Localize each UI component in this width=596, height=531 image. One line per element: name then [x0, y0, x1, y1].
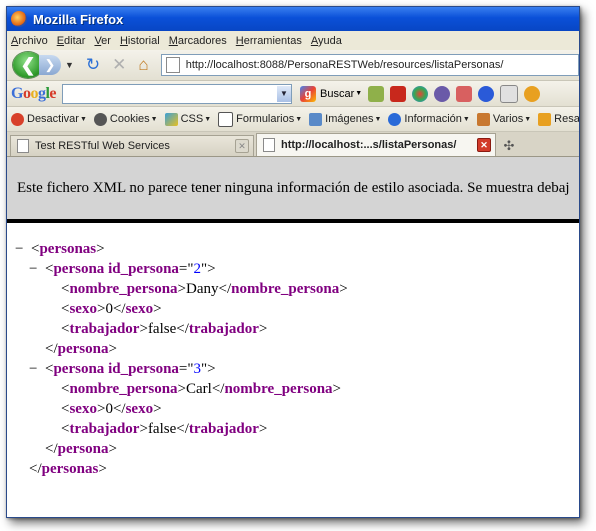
globe-icon[interactable] — [478, 85, 495, 102]
image-icon — [309, 112, 323, 126]
dev-cookies[interactable]: Cookies ▼ — [93, 112, 158, 126]
collapse-toggle[interactable]: − — [15, 239, 31, 259]
disable-icon — [11, 112, 24, 126]
close-icon[interactable]: ✕ — [477, 138, 491, 152]
home-icon[interactable]: ⌂ — [138, 55, 148, 75]
tab-label: Test RESTful Web Services — [35, 140, 170, 152]
menu-editar[interactable]: Editar — [57, 35, 86, 47]
xml-line: </persona> — [45, 341, 117, 357]
xml-line: </personas> — [29, 461, 107, 477]
firefox-icon — [11, 11, 27, 27]
google-toolbar: Google ▼ g Buscar ▼ — [7, 81, 579, 107]
tab-lista-personas[interactable]: http://localhost:...s/listaPersonas/ ✕ — [256, 133, 496, 156]
menu-archivo[interactable]: Archivo — [11, 35, 48, 47]
reload-icon[interactable]: ↻ — [86, 55, 100, 75]
sun-icon[interactable] — [524, 85, 541, 102]
url-bar[interactable]: http://localhost:8088/PersonaRESTWeb/res… — [160, 54, 579, 76]
highlight-icon — [538, 112, 552, 126]
browser-window: Mozilla Firefox Archivo Editar Ver Histo… — [6, 6, 580, 518]
xml-line: − <persona id_persona="2"> — [29, 259, 216, 279]
google-g-icon: g — [300, 85, 317, 102]
page-icon — [165, 57, 180, 73]
cookies-icon — [93, 112, 107, 126]
menu-ver[interactable]: Ver — [94, 35, 111, 47]
google-logo: Google — [11, 84, 57, 102]
menu-bar: Archivo Editar Ver Historial Marcadores … — [7, 31, 579, 50]
xml-line: <sexo>0</sexo> — [61, 401, 162, 417]
chevron-down-icon[interactable]: ▼ — [277, 85, 292, 102]
picasa-icon[interactable] — [412, 85, 429, 102]
xml-line: <sexo>0</sexo> — [61, 301, 162, 317]
url-text: http://localhost:8088/PersonaRESTWeb/res… — [185, 59, 504, 71]
history-dropdown-icon[interactable]: ▼ — [65, 60, 74, 70]
window-title: Mozilla Firefox — [33, 11, 124, 27]
menu-marcadores[interactable]: Marcadores — [169, 35, 227, 47]
menu-ayuda[interactable]: Ayuda — [311, 35, 342, 47]
web-developer-toolbar: Desactivar ▼ Cookies ▼ CSS ▼ Formularios ▼ I… — [7, 107, 579, 132]
google-search-input[interactable]: ▼ — [62, 83, 293, 104]
back-arrow-icon: ❮ — [20, 54, 36, 75]
tab-label: http://localhost:...s/listaPersonas/ — [281, 139, 457, 151]
title-bar: Mozilla Firefox — [7, 7, 579, 31]
xml-tree: − <personas> − <persona id_persona="2"> <n… — [7, 223, 579, 479]
xml-line: <trabajador>false</trabajador> — [61, 321, 268, 337]
dev-imagenes[interactable]: Imágenes ▼ — [309, 112, 381, 126]
php-icon[interactable] — [434, 85, 451, 102]
xml-style-notice: Este fichero XML no parece tener ninguna… — [7, 157, 579, 223]
xml-line: − <personas> — [15, 239, 105, 259]
plus-icon: ✣ — [503, 138, 515, 153]
page-icon — [17, 139, 29, 153]
xml-line: </persona> — [45, 441, 117, 457]
dev-desactivar[interactable]: Desactivar ▼ — [11, 112, 87, 126]
youtube-icon[interactable] — [390, 85, 407, 102]
xml-line: − <persona id_persona="3"> — [29, 359, 216, 379]
page-icon — [263, 138, 275, 152]
xml-line: <nombre_persona>Dany</nombre_persona> — [61, 281, 348, 297]
collapse-toggle[interactable]: − — [29, 259, 45, 279]
tab-test-restful[interactable]: Test RESTful Web Services ✕ — [10, 135, 254, 156]
dev-formularios[interactable]: Formularios ▼ — [218, 111, 302, 127]
google-search-button[interactable]: g Buscar ▼ — [300, 85, 362, 102]
xml-line: <nombre_persona>Carl</nombre_persona> — [61, 381, 341, 397]
dev-informacion[interactable]: Información ▼ — [388, 112, 470, 126]
menu-historial[interactable]: Historial — [120, 35, 160, 47]
info-icon — [388, 112, 402, 126]
dev-varios[interactable]: Varios ▼ — [476, 112, 531, 126]
form-icon — [218, 111, 234, 127]
google-search-label: Buscar — [320, 87, 355, 100]
navigation-toolbar: ❮ ❯ ▼ ↻ ✕ ⌂ http://localhost:8088/Person… — [7, 50, 579, 81]
collapse-toggle[interactable]: − — [29, 359, 45, 379]
toolbar-button-icon[interactable] — [368, 85, 385, 102]
dev-resaltar[interactable]: Resa — [538, 112, 579, 126]
menu-herramientas[interactable]: Herramientas — [236, 35, 302, 47]
close-icon[interactable]: ✕ — [235, 139, 249, 153]
tab-bar: Test RESTful Web Services ✕ http://local… — [7, 132, 579, 157]
xml-line: <trabajador>false</trabajador> — [61, 421, 268, 437]
chevron-down-icon[interactable]: ▼ — [355, 90, 362, 97]
new-tab-button[interactable]: ✣ — [498, 136, 520, 156]
forward-button[interactable]: ❯ — [39, 55, 61, 75]
forward-arrow-icon: ❯ — [44, 57, 56, 72]
dev-css[interactable]: CSS ▼ — [164, 112, 211, 126]
bank-icon[interactable] — [500, 84, 519, 103]
bookmark-icon[interactable] — [456, 85, 473, 102]
stop-icon[interactable]: ✕ — [112, 55, 126, 75]
misc-icon — [476, 112, 490, 126]
css-icon — [164, 112, 178, 126]
